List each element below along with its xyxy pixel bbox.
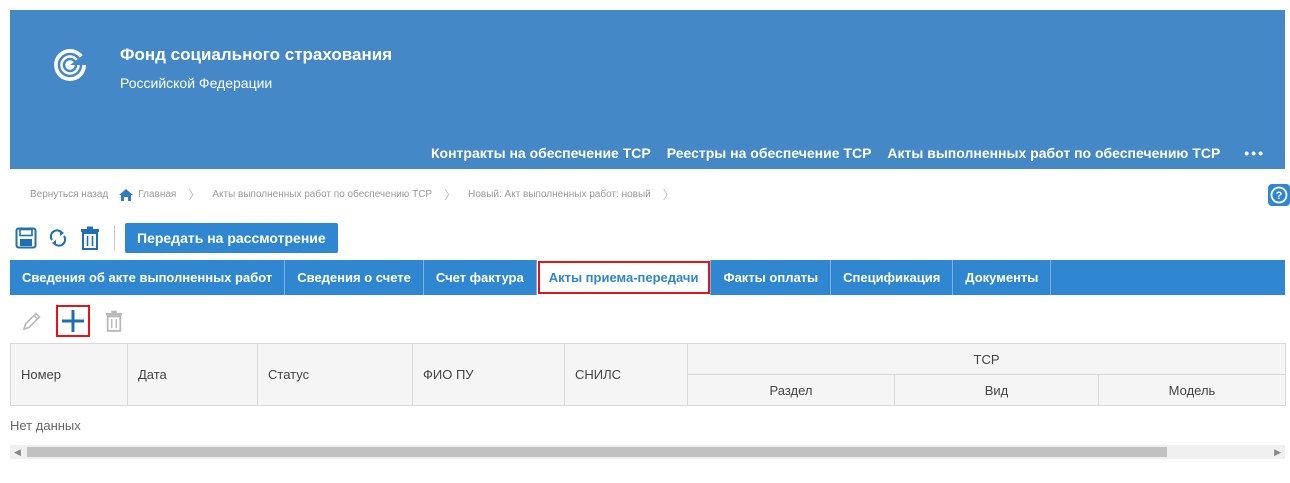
tab-bar: Сведения об акте выполненных работ Сведе… <box>10 260 1285 295</box>
svg-text:?: ? <box>1276 190 1283 202</box>
delete-button[interactable] <box>76 224 104 252</box>
tab-invoice-info[interactable]: Сведения о счете <box>285 260 424 295</box>
toolbar-divider <box>114 225 115 251</box>
trash-icon <box>105 310 123 332</box>
add-button[interactable] <box>56 305 90 337</box>
tab-invoice[interactable]: Счет фактура <box>424 260 537 295</box>
edit-button[interactable] <box>18 305 46 337</box>
submit-for-review-button[interactable]: Передать на рассмотрение <box>125 223 338 253</box>
nav-registries[interactable]: Реестры на обеспечение ТСР <box>667 145 872 161</box>
grid-toolbar <box>18 305 138 337</box>
fss-logo-icon <box>54 49 87 81</box>
plus-icon <box>62 310 84 332</box>
home-icon[interactable] <box>118 188 134 202</box>
refresh-icon <box>49 229 67 247</box>
breadcrumb-home[interactable]: Главная <box>138 189 176 200</box>
save-button[interactable] <box>12 224 40 252</box>
back-link[interactable]: Вернуться назад <box>30 189 108 200</box>
column-header-kind[interactable]: Вид <box>894 374 1099 406</box>
breadcrumb-separator: 〉 <box>444 188 457 202</box>
scrollbar-thumb[interactable] <box>27 447 1167 457</box>
horizontal-scrollbar[interactable]: ◀ ▶ <box>10 445 1285 459</box>
more-menu-icon[interactable]: ••• <box>1244 145 1265 161</box>
org-subtitle: Российской Федерации <box>120 75 273 91</box>
main-toolbar: Передать на рассмотрение <box>12 223 338 253</box>
delete-row-button[interactable] <box>100 305 128 337</box>
save-icon <box>15 227 37 249</box>
help-icon[interactable]: ? <box>1268 184 1290 206</box>
column-header-date[interactable]: Дата <box>127 343 258 406</box>
org-name: Фонд социального страхования <box>120 45 393 64</box>
breadcrumb-separator: 〉 <box>188 188 201 202</box>
tab-documents[interactable]: Документы <box>953 260 1052 295</box>
trash-icon <box>81 226 99 250</box>
empty-state-text: Нет данных <box>10 418 81 433</box>
refresh-button[interactable] <box>44 224 72 252</box>
column-header-fio[interactable]: ФИО ПУ <box>412 343 565 406</box>
nav-contracts[interactable]: Контракты на обеспечение ТСР <box>431 145 651 161</box>
column-header-snils[interactable]: СНИЛС <box>564 343 688 406</box>
tab-specification[interactable]: Спецификация <box>831 260 954 295</box>
pencil-icon <box>22 312 41 331</box>
scroll-left-icon[interactable]: ◀ <box>14 445 21 459</box>
tab-acceptance-acts[interactable]: Акты приема-передачи <box>536 260 712 295</box>
column-header-model[interactable]: Модель <box>1097 374 1287 406</box>
acceptance-acts-table: Номер Дата Статус ФИО ПУ СНИЛС ТСР Разде… <box>10 343 1287 406</box>
column-header-status[interactable]: Статус <box>257 343 413 406</box>
top-navigation: Контракты на обеспечение ТСР Реестры на … <box>415 145 1265 161</box>
column-header-number[interactable]: Номер <box>10 343 128 406</box>
tab-act-info[interactable]: Сведения об акте выполненных работ <box>10 260 286 295</box>
column-group-tsr: ТСР <box>686 343 1287 375</box>
breadcrumb-separator: 〉 <box>662 188 675 202</box>
column-header-section[interactable]: Раздел <box>687 374 895 406</box>
scroll-right-icon[interactable]: ▶ <box>1274 445 1281 459</box>
app-header: Фонд социального страхования Российской … <box>10 10 1285 169</box>
tab-payment-facts[interactable]: Факты оплаты <box>711 260 832 295</box>
nav-acts[interactable]: Акты выполненных работ по обеспечению ТС… <box>887 145 1220 161</box>
breadcrumb-section[interactable]: Акты выполненных работ по обеспечению ТС… <box>212 189 432 200</box>
breadcrumb-current: Новый: Акт выполненных работ: новый <box>468 189 651 200</box>
breadcrumb: Вернуться назад Главная 〉 Акты выполненн… <box>30 186 687 203</box>
